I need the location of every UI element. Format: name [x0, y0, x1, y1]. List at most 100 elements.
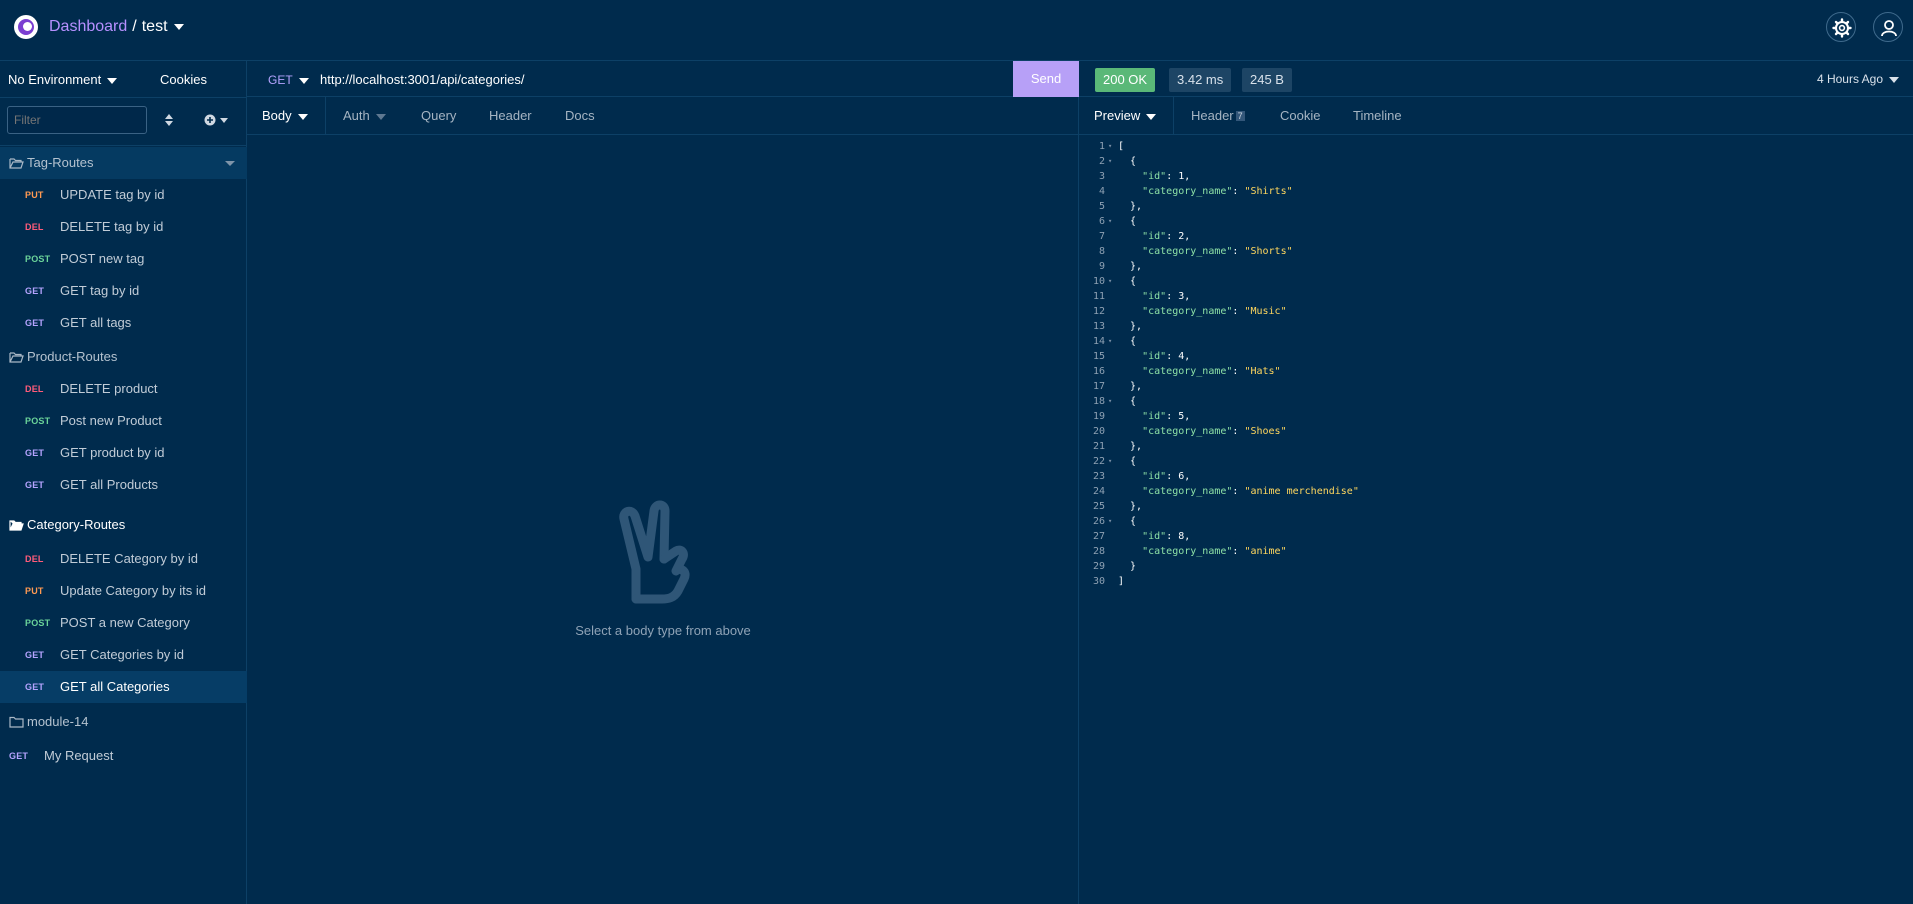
tab-body[interactable]: Body	[247, 97, 326, 135]
filter-input[interactable]	[7, 106, 147, 134]
caret-down-icon	[298, 77, 309, 84]
json-preview: 1 ▾[2 ▾ {3 "id": 1, 4 "category_name": "Shi…	[1079, 139, 1913, 589]
code-line: 11 "id": 3,	[1079, 289, 1913, 304]
folder-open-icon	[9, 520, 24, 531]
tab-docs[interactable]: Docs	[565, 97, 595, 135]
settings-button[interactable]	[1826, 12, 1856, 42]
method-badge: GET	[25, 318, 45, 328]
code-text: {	[1118, 336, 1137, 347]
caret-down-icon	[1146, 113, 1157, 120]
folder-tag-routes[interactable]: Tag-Routes	[0, 147, 247, 179]
breadcrumb-dashboard[interactable]: Dashboard	[49, 18, 127, 35]
folder-category-routes[interactable]: Category-Routes	[0, 509, 247, 541]
tab-header[interactable]: Header	[489, 97, 532, 135]
code-line: 27 "id": 8,	[1079, 529, 1913, 544]
line-number: 17	[1092, 381, 1105, 392]
account-button[interactable]	[1873, 12, 1903, 42]
request-item[interactable]: POST POST new tag	[0, 243, 247, 275]
fold-toggle-icon[interactable]: ▾	[1108, 214, 1112, 229]
folder-open-icon	[9, 158, 24, 169]
folder-label: module-14	[27, 714, 89, 729]
code-line: 9 },	[1079, 259, 1913, 274]
tab-response-header[interactable]: Header 7	[1191, 97, 1245, 135]
fold-toggle-icon[interactable]: ▾	[1108, 154, 1112, 169]
line-number: 12	[1092, 306, 1105, 317]
tab-timeline[interactable]: Timeline	[1353, 97, 1402, 135]
line-number: 2	[1098, 156, 1105, 167]
request-label: GET product by id	[60, 445, 165, 460]
fold-toggle-icon[interactable]: ▾	[1108, 274, 1112, 289]
code-text: "category_name": "anime merchendise"	[1142, 486, 1359, 497]
response-panel: 200 OK 3.42 ms 245 B 4 Hours Ago Preview…	[1079, 61, 1913, 904]
request-item[interactable]: GET GET product by id	[0, 437, 247, 469]
environment-label: No Environment	[8, 72, 102, 87]
tab-label: Header	[1191, 108, 1234, 123]
request-item[interactable]: DEL DELETE product	[0, 373, 247, 405]
fold-toggle-icon[interactable]: ▾	[1108, 454, 1112, 469]
folder-module-14[interactable]: module-14	[0, 706, 247, 738]
tab-auth[interactable]: Auth	[343, 97, 386, 135]
request-item[interactable]: POST Post new Product	[0, 405, 247, 437]
code-line: 14 ▾ {	[1079, 334, 1913, 349]
request-item[interactable]: POST POST a new Category	[0, 607, 247, 639]
sort-button[interactable]	[164, 113, 174, 130]
code-text: [	[1118, 141, 1125, 152]
code-line: 6 ▾ {	[1079, 214, 1913, 229]
cookies-button[interactable]: Cookies	[160, 72, 207, 87]
request-label: Post new Product	[60, 413, 162, 428]
folder-product-routes[interactable]: Product-Routes	[0, 341, 247, 373]
request-item[interactable]: GET My Request	[0, 740, 247, 772]
line-number: 21	[1092, 441, 1105, 452]
folder-label: Category-Routes	[27, 517, 126, 532]
tab-label: Preview	[1094, 108, 1141, 123]
tab-cookie[interactable]: Cookie	[1280, 97, 1320, 135]
add-item-button[interactable]	[203, 113, 231, 130]
fold-toggle-icon[interactable]: ▾	[1108, 394, 1112, 409]
line-number: 7	[1098, 231, 1105, 242]
plus-circle-icon	[204, 114, 228, 126]
request-label: UPDATE tag by id	[60, 187, 165, 202]
request-item[interactable]: DEL DELETE Category by id	[0, 543, 247, 575]
url-bar: GET http://localhost:3001/api/categories…	[247, 61, 1079, 97]
line-number: 16	[1092, 366, 1105, 377]
url-input[interactable]: http://localhost:3001/api/categories/	[320, 72, 525, 87]
code-text: "category_name": "Hats"	[1142, 366, 1281, 377]
request-item[interactable]: DEL DELETE tag by id	[0, 211, 247, 243]
workspace-selector[interactable]: test	[142, 18, 184, 35]
workspace-name: test	[141, 18, 168, 35]
request-label: GET tag by id	[60, 283, 140, 298]
method-dropdown[interactable]: GET	[268, 73, 309, 87]
request-item[interactable]: GET GET tag by id	[0, 275, 247, 307]
line-number: 14	[1092, 336, 1105, 347]
line-number: 23	[1092, 471, 1105, 482]
breadcrumb: Dashboard / test	[49, 17, 184, 37]
request-item[interactable]: GET GET all tags	[0, 307, 247, 339]
tab-label: Body	[262, 108, 292, 123]
code-line: 10 ▾ {	[1079, 274, 1913, 289]
history-dropdown[interactable]: 4 Hours Ago	[1817, 72, 1899, 86]
request-label: Update Category by its id	[60, 583, 206, 598]
code-line: 29 }	[1079, 559, 1913, 574]
line-number: 9	[1098, 261, 1105, 272]
method-badge: GET	[25, 448, 45, 458]
fold-toggle-icon[interactable]: ▾	[1108, 139, 1112, 154]
response-size-badge: 245 B	[1242, 68, 1292, 92]
line-number: 29	[1092, 561, 1105, 572]
app-logo-icon[interactable]	[14, 15, 38, 39]
request-item[interactable]: PUT Update Category by its id	[0, 575, 247, 607]
environment-selector[interactable]: No Environment	[8, 72, 118, 87]
send-button[interactable]: Send	[1013, 61, 1079, 97]
code-line: 17 },	[1079, 379, 1913, 394]
code-text: {	[1118, 396, 1137, 407]
request-item[interactable]: GET GET all Products	[0, 469, 247, 501]
tab-preview[interactable]: Preview	[1079, 97, 1174, 135]
request-item[interactable]: GET GET Categories by id	[0, 639, 247, 671]
request-item[interactable]: PUT UPDATE tag by id	[0, 179, 247, 211]
method-badge: DEL	[25, 384, 44, 394]
fold-toggle-icon[interactable]: ▾	[1108, 514, 1112, 529]
code-text: ]	[1118, 576, 1125, 587]
request-item-selected[interactable]: GET GET all Categories	[0, 671, 247, 703]
fold-toggle-icon[interactable]: ▾	[1108, 334, 1112, 349]
caret-down-icon	[375, 113, 386, 120]
tab-query[interactable]: Query	[421, 97, 456, 135]
